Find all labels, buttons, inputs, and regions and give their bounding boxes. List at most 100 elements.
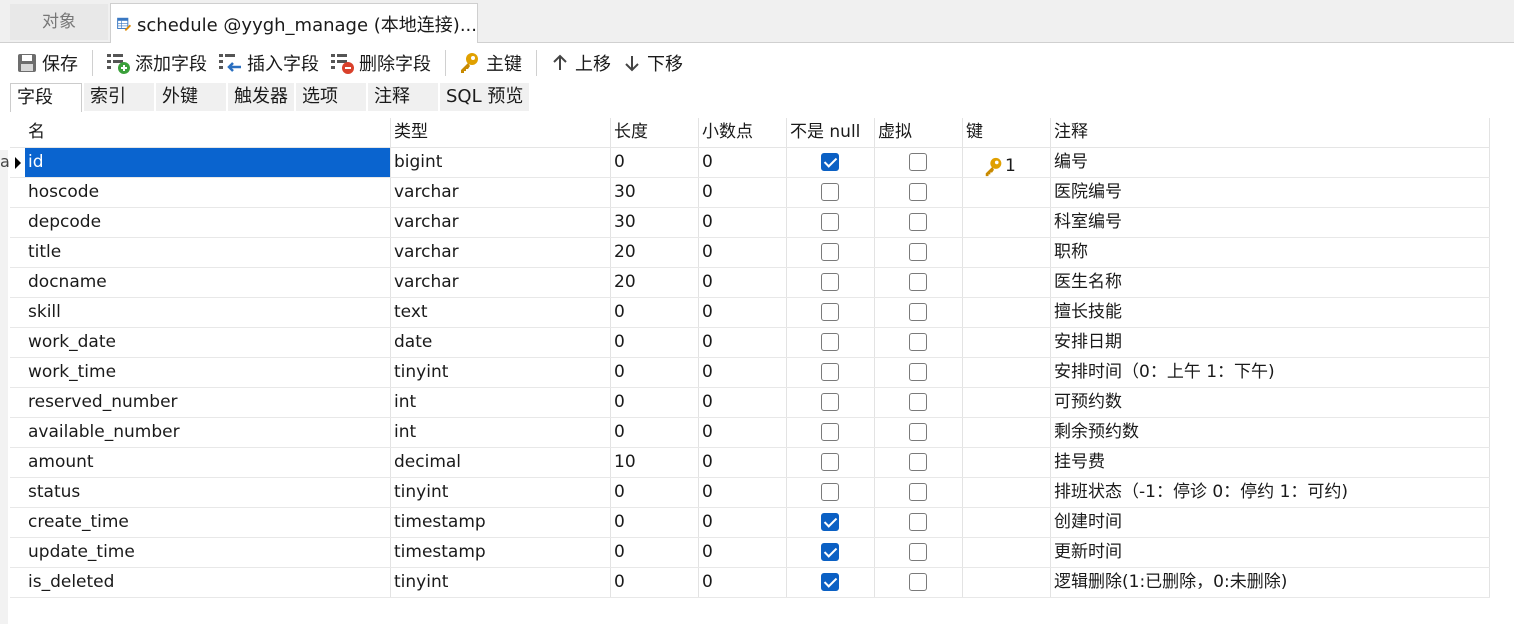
- virtual-checkbox[interactable]: [909, 243, 927, 261]
- field-length-cell[interactable]: 0: [611, 298, 699, 327]
- field-name-cell[interactable]: skill: [25, 298, 391, 327]
- field-length-cell[interactable]: 0: [611, 568, 699, 597]
- field-key-cell[interactable]: [963, 298, 1051, 327]
- field-type-cell[interactable]: text: [391, 298, 611, 327]
- not-null-checkbox[interactable]: [821, 573, 839, 591]
- field-decimals-cell[interactable]: 0: [699, 418, 787, 447]
- table-row[interactable]: work_time tinyint 0 0 安排时间（0：上午 1：下午): [10, 358, 1490, 388]
- not-null-checkbox[interactable]: [821, 153, 839, 171]
- field-name-cell[interactable]: work_time: [25, 358, 391, 387]
- field-key-cell[interactable]: 1: [963, 148, 1051, 177]
- field-key-cell[interactable]: [963, 238, 1051, 267]
- field-comment-cell[interactable]: 排班状态（-1：停诊 0：停约 1：可约): [1051, 478, 1490, 507]
- table-row[interactable]: depcode varchar 30 0 科室编号: [10, 208, 1490, 238]
- field-type-cell[interactable]: tinyint: [391, 358, 611, 387]
- field-comment-cell[interactable]: 安排时间（0：上午 1：下午): [1051, 358, 1490, 387]
- field-comment-cell[interactable]: 安排日期: [1051, 328, 1490, 357]
- save-button[interactable]: 保存: [12, 47, 82, 79]
- subtab-fields[interactable]: 字段: [10, 83, 82, 112]
- field-key-cell[interactable]: [963, 358, 1051, 387]
- field-key-cell[interactable]: [963, 418, 1051, 447]
- virtual-checkbox[interactable]: [909, 573, 927, 591]
- add-field-button[interactable]: 添加字段: [101, 47, 211, 79]
- header-not-null[interactable]: 不是 null: [787, 118, 875, 147]
- table-row[interactable]: title varchar 20 0 职称: [10, 238, 1490, 268]
- field-type-cell[interactable]: date: [391, 328, 611, 357]
- not-null-checkbox[interactable]: [821, 363, 839, 381]
- table-row[interactable]: is_deleted tinyint 0 0 逻辑删除(1:已删除，0:未删除): [10, 568, 1490, 598]
- field-key-cell[interactable]: [963, 478, 1051, 507]
- field-name-cell[interactable]: status: [25, 478, 391, 507]
- field-length-cell[interactable]: 20: [611, 238, 699, 267]
- table-row[interactable]: status tinyint 0 0 排班状态（-1：停诊 0：停约 1：可约): [10, 478, 1490, 508]
- field-name-cell[interactable]: work_date: [25, 328, 391, 357]
- field-length-cell[interactable]: 30: [611, 208, 699, 237]
- field-length-cell[interactable]: 0: [611, 328, 699, 357]
- field-type-cell[interactable]: decimal: [391, 448, 611, 477]
- field-key-cell[interactable]: [963, 328, 1051, 357]
- field-key-cell[interactable]: [963, 268, 1051, 297]
- field-length-cell[interactable]: 0: [611, 388, 699, 417]
- table-row[interactable]: reserved_number int 0 0 可预约数: [10, 388, 1490, 418]
- header-virtual[interactable]: 虚拟: [875, 118, 963, 147]
- not-null-checkbox[interactable]: [821, 303, 839, 321]
- field-decimals-cell[interactable]: 0: [699, 448, 787, 477]
- delete-field-button[interactable]: 删除字段: [325, 47, 435, 79]
- virtual-checkbox[interactable]: [909, 453, 927, 471]
- virtual-checkbox[interactable]: [909, 183, 927, 201]
- field-comment-cell[interactable]: 编号: [1051, 148, 1490, 177]
- field-type-cell[interactable]: varchar: [391, 268, 611, 297]
- field-type-cell[interactable]: bigint: [391, 148, 611, 177]
- field-decimals-cell[interactable]: 0: [699, 508, 787, 537]
- virtual-checkbox[interactable]: [909, 543, 927, 561]
- field-decimals-cell[interactable]: 0: [699, 298, 787, 327]
- field-decimals-cell[interactable]: 0: [699, 388, 787, 417]
- field-key-cell[interactable]: [963, 568, 1051, 597]
- table-row[interactable]: available_number int 0 0 剩余预约数: [10, 418, 1490, 448]
- field-comment-cell[interactable]: 可预约数: [1051, 388, 1490, 417]
- virtual-checkbox[interactable]: [909, 363, 927, 381]
- tab-table-design[interactable]: schedule @yygh_manage (本地连接)...: [110, 3, 478, 43]
- field-name-cell[interactable]: hoscode: [25, 178, 391, 207]
- table-row[interactable]: docname varchar 20 0 医生名称: [10, 268, 1490, 298]
- table-row[interactable]: update_time timestamp 0 0 更新时间: [10, 538, 1490, 568]
- field-name-cell[interactable]: update_time: [25, 538, 391, 567]
- field-length-cell[interactable]: 10: [611, 448, 699, 477]
- field-key-cell[interactable]: [963, 178, 1051, 207]
- field-decimals-cell[interactable]: 0: [699, 178, 787, 207]
- field-length-cell[interactable]: 0: [611, 148, 699, 177]
- field-comment-cell[interactable]: 医院编号: [1051, 178, 1490, 207]
- field-name-cell[interactable]: reserved_number: [25, 388, 391, 417]
- table-row[interactable]: hoscode varchar 30 0 医院编号: [10, 178, 1490, 208]
- field-type-cell[interactable]: timestamp: [391, 538, 611, 567]
- field-length-cell[interactable]: 0: [611, 478, 699, 507]
- primary-key-button[interactable]: 主键: [454, 47, 526, 79]
- field-key-cell[interactable]: [963, 508, 1051, 537]
- not-null-checkbox[interactable]: [821, 333, 839, 351]
- field-length-cell[interactable]: 0: [611, 358, 699, 387]
- field-type-cell[interactable]: int: [391, 418, 611, 447]
- field-name-cell[interactable]: available_number: [25, 418, 391, 447]
- not-null-checkbox[interactable]: [821, 213, 839, 231]
- virtual-checkbox[interactable]: [909, 423, 927, 441]
- field-comment-cell[interactable]: 创建时间: [1051, 508, 1490, 537]
- field-type-cell[interactable]: varchar: [391, 238, 611, 267]
- field-type-cell[interactable]: timestamp: [391, 508, 611, 537]
- table-row[interactable]: id bigint 0 0 1 编号: [10, 148, 1490, 178]
- field-type-cell[interactable]: varchar: [391, 178, 611, 207]
- subtab-foreign-keys[interactable]: 外键: [156, 83, 226, 111]
- field-length-cell[interactable]: 0: [611, 418, 699, 447]
- virtual-checkbox[interactable]: [909, 153, 927, 171]
- subtab-options[interactable]: 选项: [296, 83, 366, 111]
- field-decimals-cell[interactable]: 0: [699, 358, 787, 387]
- table-row[interactable]: skill text 0 0 擅长技能: [10, 298, 1490, 328]
- field-decimals-cell[interactable]: 0: [699, 238, 787, 267]
- field-name-cell[interactable]: docname: [25, 268, 391, 297]
- move-down-button[interactable]: 下移: [617, 47, 687, 79]
- field-length-cell[interactable]: 0: [611, 508, 699, 537]
- insert-field-button[interactable]: 插入字段: [213, 47, 323, 79]
- header-type[interactable]: 类型: [391, 118, 611, 147]
- field-length-cell[interactable]: 30: [611, 178, 699, 207]
- not-null-checkbox[interactable]: [821, 183, 839, 201]
- not-null-checkbox[interactable]: [821, 243, 839, 261]
